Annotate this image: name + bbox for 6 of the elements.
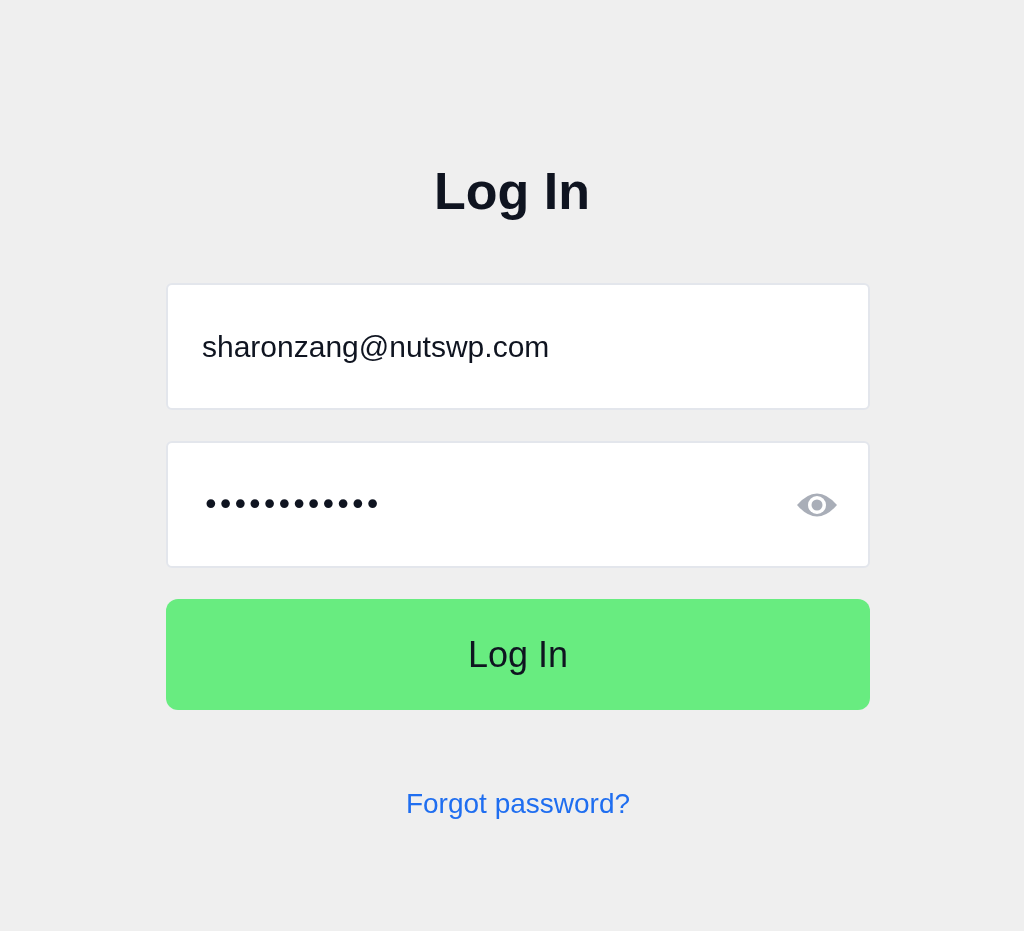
password-value: •••••••••••• — [202, 487, 380, 522]
page-title: Log In — [434, 161, 590, 222]
password-field[interactable]: •••••••••••• — [166, 441, 870, 568]
email-field[interactable]: sharonzang@nutswp.com — [166, 283, 870, 410]
login-button[interactable]: Log In — [166, 599, 870, 710]
forgot-password-link[interactable]: Forgot password? — [405, 788, 631, 820]
